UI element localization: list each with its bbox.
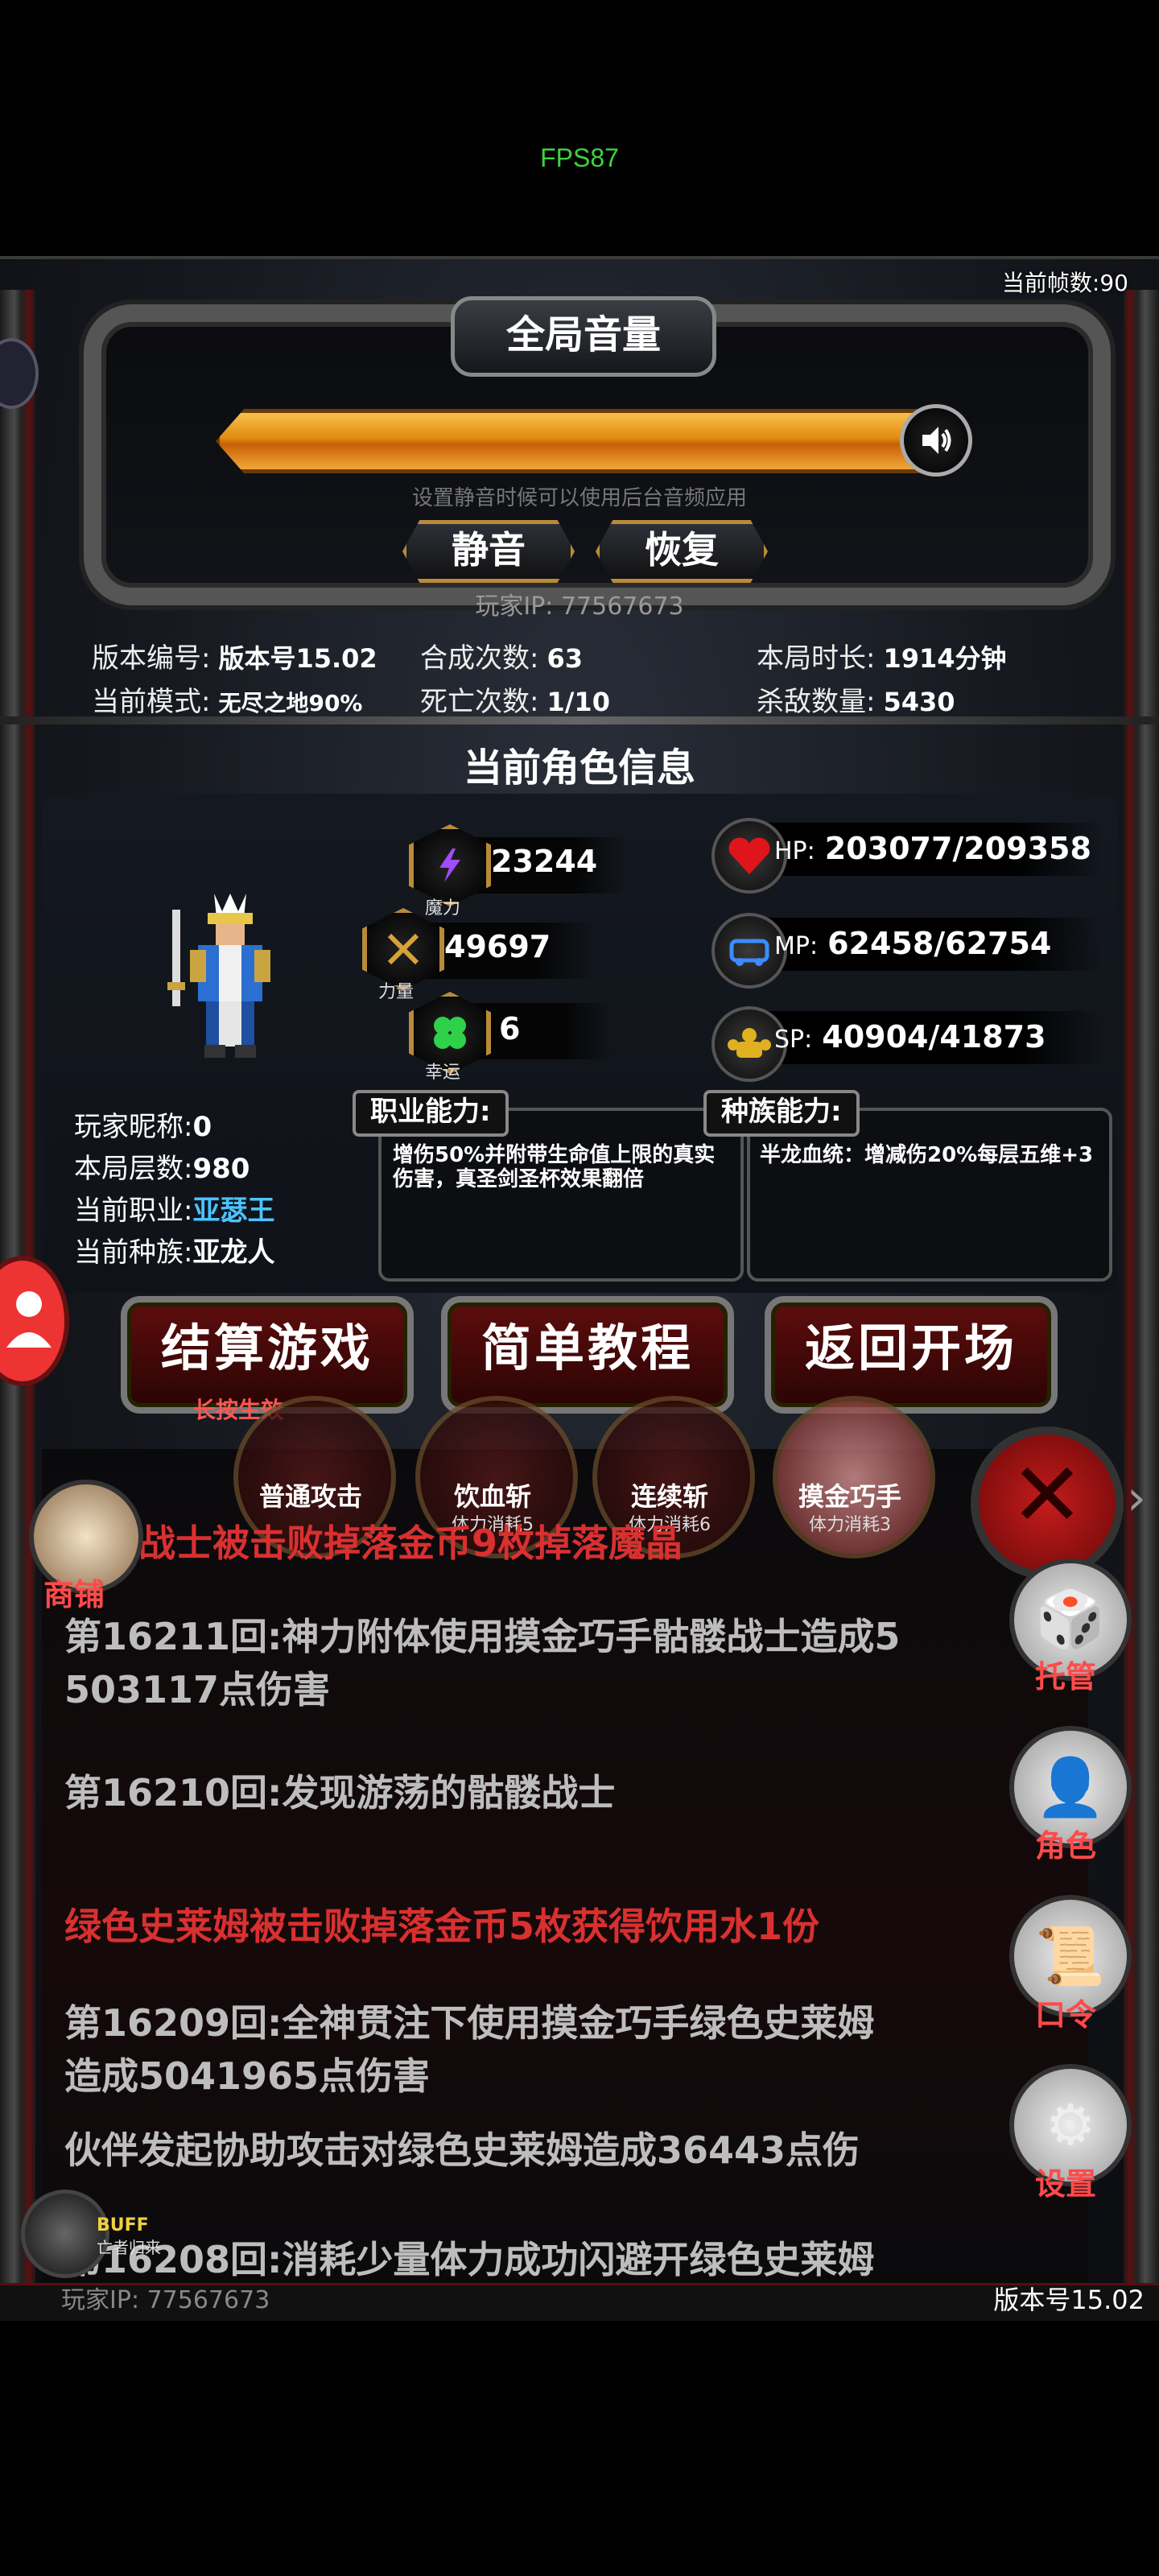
duration-stat: 本局时长: 1914分钟 — [757, 636, 1007, 675]
class-ability-text: 增伤50%并附带生命值上限的真实伤害，真圣剑圣杯效果翻倍 — [393, 1143, 716, 1191]
mute-button[interactable]: 静音 — [402, 520, 575, 583]
log-line: 503117点伤害 — [64, 1668, 331, 1711]
log-line: 骷髅战士被击败掉落金币9枚掉落魔晶 — [64, 1521, 683, 1565]
volume-slider[interactable] — [216, 409, 926, 473]
log-line: 伙伴发起协助攻击对绿色史莱姆造成36443点伤 — [64, 2128, 860, 2172]
kills-value: 5430 — [883, 687, 955, 717]
race-value: 亚龙人 — [192, 1236, 275, 1269]
mp-label: MP: — [774, 932, 819, 960]
sp-label: SP: — [774, 1026, 813, 1054]
settings-button-label[interactable]: 设置 — [1009, 2159, 1122, 2203]
skill-gold-touch-cost: 体力消耗3 — [809, 1515, 891, 1535]
log-line: 绿色史莱姆被击败掉落金币5枚获得饮用水1份 — [64, 1905, 820, 1948]
race-ability-tag: 种族能力: — [703, 1090, 860, 1137]
magic-caption: 魔力 — [425, 898, 461, 919]
kills-label: 杀敌数量: — [757, 686, 876, 718]
luck-caption: 幸运 — [425, 1063, 461, 1083]
merge-value: 63 — [547, 643, 583, 674]
class-ability-tag: 职业能力: — [353, 1090, 509, 1137]
mode-stat: 当前模式: 无尽之地90% — [92, 679, 363, 719]
hero-sprite — [167, 894, 270, 1058]
kills-stat: 杀敌数量: 5430 — [757, 679, 955, 719]
luck-value: 6 — [499, 1011, 521, 1046]
close-skills-button[interactable]: ✕ — [971, 1426, 1124, 1579]
class-value: 亚瑟王 — [192, 1195, 275, 1227]
skill-blood-slash-label: 饮血斩 — [453, 1481, 531, 1512]
mp-value: 62458/62754 — [827, 926, 1052, 961]
back-to-start-button[interactable]: 返回开场 — [765, 1296, 1058, 1414]
death-stat: 死亡次数: 1/10 — [420, 679, 610, 719]
floor-label: 本局层数: — [74, 1153, 193, 1185]
merge-stat: 合成次数: 63 — [420, 636, 583, 675]
floor-row: 本局层数:980 — [74, 1146, 250, 1186]
version-value: 版本号15.02 — [218, 643, 377, 674]
mode-value: 无尽之地90% — [218, 690, 363, 716]
class-label: 当前职业: — [74, 1195, 193, 1227]
nickname-value: 0 — [192, 1111, 212, 1143]
death-label: 死亡次数: — [420, 686, 539, 718]
death-value: 1/10 — [547, 687, 610, 717]
race-ability-text: 半龙血统：增减伤20%每层五维+3 — [760, 1143, 1094, 1167]
log-line: 第16210回:发现游荡的骷髅战士 — [64, 1771, 616, 1814]
shop-label[interactable]: 商铺 — [43, 1570, 105, 1614]
auto-button-label[interactable]: 托管 — [1009, 1652, 1122, 1696]
skill-normal-attack-label: 普通攻击 — [258, 1481, 362, 1512]
version-stat: 版本编号: 版本号15.02 — [92, 636, 377, 675]
class-row: 当前职业:亚瑟王 — [74, 1188, 274, 1228]
mp-readout: MP: 62458/62754 — [774, 926, 1051, 961]
power-value: 49697 — [444, 929, 551, 964]
user-icon — [6, 1291, 52, 1348]
power-caption: 力量 — [378, 982, 415, 1002]
skill-combo-slash-label: 连续斩 — [630, 1481, 708, 1512]
log-line: 第16209回:全神贯注下使用摸金巧手绿色史莱姆 — [64, 2001, 875, 2045]
code-button-label[interactable]: 口令 — [1009, 1990, 1122, 2034]
buff-subtitle: 亡者归来 — [97, 2238, 161, 2257]
player-ip: 玩家IP: 77567673 — [475, 592, 684, 621]
speaker-icon[interactable] — [900, 404, 972, 477]
hp-value: 203077/209358 — [824, 831, 1091, 866]
race-label: 当前种族: — [74, 1236, 193, 1269]
mode-label: 当前模式: — [92, 686, 211, 718]
speaker-glyph — [922, 427, 951, 454]
hp-label: HP: — [774, 837, 815, 865]
buff-title: BUFF — [97, 2215, 149, 2235]
volume-hint: 设置静音时候可以使用后台音频应用 — [411, 486, 747, 510]
duration-label: 本局时长: — [757, 642, 876, 675]
fps-overlay: FPS87 — [540, 143, 619, 172]
skill-gold-touch-label: 摸金巧手 — [798, 1481, 901, 1512]
log-line: 第16211回:神力附体使用摸金巧手骷髅战士造成5 — [64, 1615, 901, 1658]
sp-value: 40904/41873 — [822, 1019, 1046, 1055]
merge-label: 合成次数: — [420, 642, 539, 675]
nickname-row: 玩家昵称:0 — [74, 1104, 212, 1144]
section-divider — [0, 716, 1159, 724]
nickname-label: 玩家昵称: — [74, 1111, 193, 1143]
log-line: 第16208回:消耗少量体力成功闪避开绿色史莱姆 — [64, 2238, 875, 2281]
version-label: 版本编号: — [92, 642, 211, 675]
log-line: 造成5041965点伤害 — [64, 2054, 431, 2098]
volume-title: 全局音量 — [451, 296, 716, 377]
footer-ip: 玩家IP: 77567673 — [61, 2286, 270, 2314]
floor-value: 980 — [192, 1153, 250, 1185]
chevron-right-icon[interactable]: › — [1127, 1470, 1146, 1526]
race-row: 当前种族:亚龙人 — [74, 1230, 274, 1269]
role-button-label[interactable]: 角色 — [1009, 1821, 1122, 1865]
sp-readout: SP: 40904/41873 — [774, 1019, 1046, 1055]
footer-version: 版本号15.02 — [993, 2285, 1145, 2315]
hp-readout: HP: 203077/209358 — [774, 831, 1091, 866]
frame-counter: 当前帧数:90 — [1001, 270, 1128, 296]
duration-value: 1914分钟 — [883, 643, 1007, 674]
character-section-title: 当前角色信息 — [463, 745, 695, 791]
restore-button[interactable]: 恢复 — [596, 520, 768, 583]
magic-value: 23244 — [491, 844, 598, 879]
